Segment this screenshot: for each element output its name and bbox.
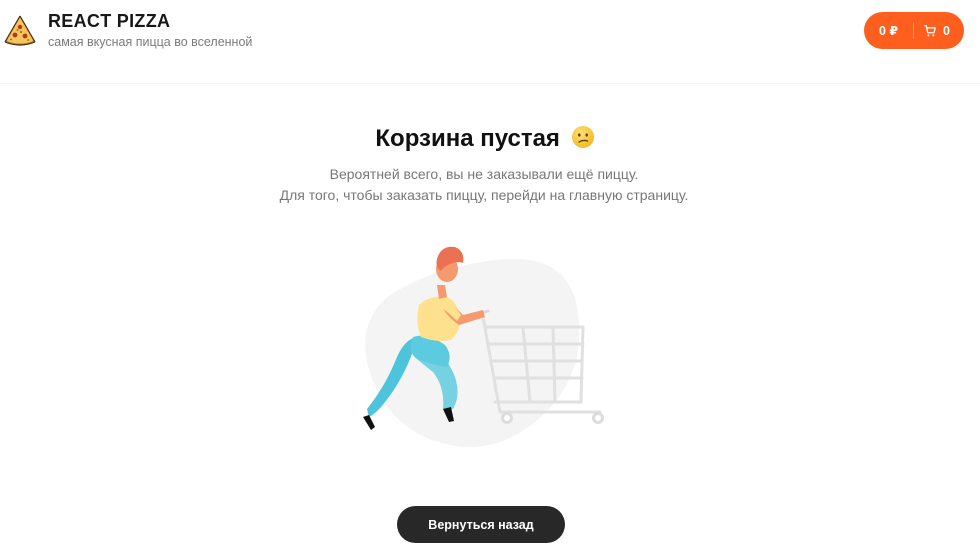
cart-item-count: 0 xyxy=(943,23,950,38)
back-button[interactable]: Вернуться назад xyxy=(397,506,565,543)
person-pushing-empty-cart-illustration xyxy=(363,246,604,448)
header: REACT PIZZA самая вкусная пицца во вселе… xyxy=(0,0,980,84)
description-line-1: Вероятней всего, вы не заказывали ещё пи… xyxy=(329,166,639,182)
pizza-slice-icon xyxy=(4,15,36,46)
empty-cart-title: Корзина пустая xyxy=(375,125,560,152)
shopping-cart-icon xyxy=(923,24,936,36)
app-title: REACT PIZZA xyxy=(48,11,171,31)
cart-total-price: 0 ₽ xyxy=(879,24,899,38)
cart-button[interactable]: 0 ₽ 0 xyxy=(864,12,964,49)
logo[interactable]: REACT PIZZA самая вкусная пицца во вселе… xyxy=(2,10,252,51)
app-subtitle: самая вкусная пицца во вселенной xyxy=(48,35,253,49)
page-title: Корзина пустая xyxy=(0,124,970,154)
cart-divider xyxy=(912,22,914,39)
empty-cart-description: Вероятней всего, вы не заказывали ещё пи… xyxy=(0,164,968,206)
description-line-2: Для того, чтобы заказать пиццу, перейди … xyxy=(279,187,689,203)
confused-face-icon xyxy=(571,126,594,148)
